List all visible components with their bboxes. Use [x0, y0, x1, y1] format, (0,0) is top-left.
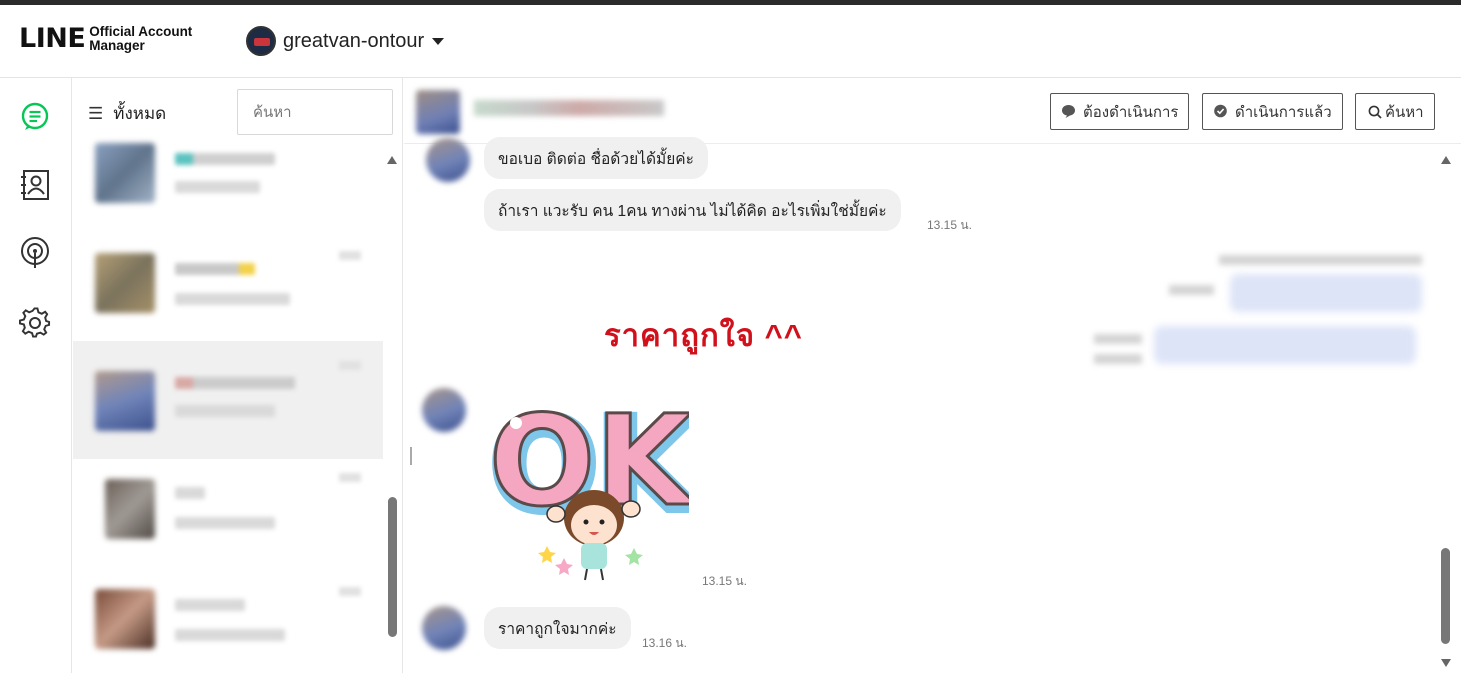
message-time: 13.15 น.: [702, 574, 747, 588]
logo-sub-line1: Official Account: [89, 24, 193, 39]
avatar: [95, 371, 155, 431]
timestamp: [339, 361, 361, 370]
last-message: [175, 293, 290, 305]
contact-name: [175, 263, 255, 275]
list-item-active[interactable]: [73, 341, 383, 459]
search-label: ค้นหา: [1385, 103, 1424, 121]
chat-list-scrollbar[interactable]: [388, 497, 397, 637]
outgoing-meta: [1094, 334, 1142, 344]
contact-avatar: [416, 90, 460, 134]
message-bubble: ขอเบอ ติดต่อ ชื่อด้วยได้มั้ยค่ะ: [484, 137, 709, 179]
list-item[interactable]: [73, 123, 383, 241]
avatar: [105, 479, 155, 539]
sender-avatar: [426, 138, 470, 182]
contact-name: [175, 599, 245, 611]
chat-icon[interactable]: [18, 100, 52, 134]
chat-scroll-up-arrow[interactable]: [1441, 156, 1451, 164]
logo-sub-text: Official Account Manager: [89, 25, 192, 53]
sender-avatar: [422, 388, 466, 432]
chat-room: ต้องดำเนินการ ดำเนินการแล้ว ค้นหา ขอเบอ …: [404, 78, 1461, 673]
chat-list-panel: ☰ ทั้งหมด: [73, 78, 403, 673]
timestamp: [339, 587, 361, 596]
menu-icon: ☰: [88, 103, 104, 123]
last-message: [175, 405, 275, 417]
overlay-caption: ราคาถูกใจ ^^: [604, 318, 803, 353]
logo-main-text: LINE: [19, 23, 86, 54]
message-bubble: ถ้าเรา แวะรับ คน 1คน ทางผ่าน ไม่ได้คิด อ…: [484, 189, 901, 231]
line-oa-logo[interactable]: LINE Official Account Manager: [19, 25, 192, 53]
ok-sticker-image: OK OK: [486, 388, 703, 581]
search-icon: [1368, 105, 1382, 119]
pending-label: ต้องดำเนินการ: [1083, 103, 1179, 121]
list-item[interactable]: [73, 459, 383, 577]
resize-handle[interactable]: [410, 447, 412, 465]
search-button[interactable]: ค้นหา: [1355, 93, 1435, 130]
contact-name: [175, 487, 205, 499]
timestamp: [339, 251, 361, 260]
avatar: [95, 253, 155, 313]
contact-name: [175, 153, 275, 165]
speech-bubble-icon: [1061, 104, 1076, 119]
list-item[interactable]: [73, 577, 383, 673]
avatar: [95, 589, 155, 649]
account-name: greatvan-ontour: [283, 29, 425, 52]
message-bubble: ราคาถูกใจมากค่ะ: [484, 607, 631, 649]
timestamp: [339, 473, 361, 482]
check-bubble-icon: [1213, 104, 1228, 119]
outgoing-message: [1230, 274, 1422, 312]
message-time: 13.15 น.: [927, 218, 972, 232]
outgoing-meta: [1169, 285, 1214, 295]
done-label: ดำเนินการแล้ว: [1235, 103, 1332, 121]
chevron-down-icon: [432, 37, 445, 45]
last-message: [175, 181, 260, 193]
list-scroll-up-arrow[interactable]: [387, 156, 397, 164]
sender-avatar: [422, 606, 466, 650]
settings-icon[interactable]: [18, 306, 52, 340]
chat-header: ต้องดำเนินการ ดำเนินการแล้ว ค้นหา: [404, 78, 1461, 144]
contact-name: [474, 100, 664, 116]
pending-button[interactable]: ต้องดำเนินการ: [1050, 93, 1190, 130]
ok-sticker[interactable]: OK OK: [486, 388, 703, 583]
contact-name: [175, 377, 295, 389]
logo-sub-line2: Manager: [89, 38, 145, 53]
chat-scroll-down-arrow[interactable]: [1441, 659, 1451, 667]
outgoing-sender-label: [1219, 255, 1422, 265]
done-button[interactable]: ดำเนินการแล้ว: [1202, 93, 1343, 130]
contacts-icon[interactable]: [18, 168, 52, 202]
last-message: [175, 517, 275, 529]
side-nav: [0, 78, 72, 673]
message-time: 13.16 น.: [642, 636, 687, 650]
chat-scrollbar[interactable]: [1441, 548, 1450, 644]
app-header: LINE Official Account Manager greatvan-o…: [0, 5, 1461, 78]
avatar: [95, 143, 155, 203]
broadcast-icon[interactable]: [18, 236, 52, 270]
account-avatar: [246, 26, 276, 56]
last-message: [175, 629, 285, 641]
account-switcher[interactable]: greatvan-ontour: [246, 26, 445, 56]
outgoing-meta: [1094, 354, 1142, 364]
outgoing-message: [1154, 326, 1416, 364]
